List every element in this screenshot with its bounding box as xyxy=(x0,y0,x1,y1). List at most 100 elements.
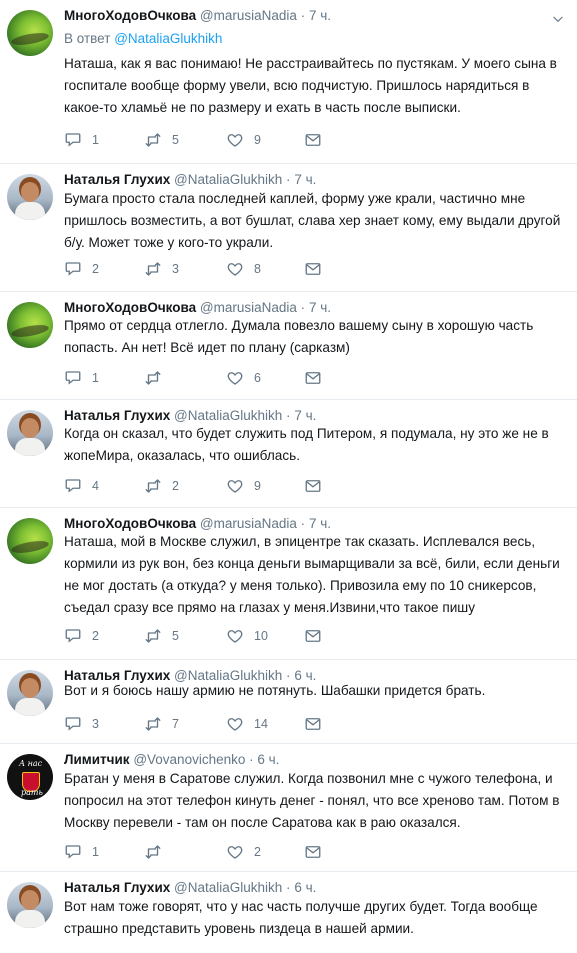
reply-icon xyxy=(64,627,82,645)
tweet[interactable]: МногоХодовОчкова @marusiaNadia · 7 ч. На… xyxy=(0,508,577,660)
tweet[interactable]: Наталья Глухих @NataliaGlukhikh · 6 ч. В… xyxy=(0,660,577,744)
reply-count: 4 xyxy=(92,479,99,493)
author-name[interactable]: МногоХодовОчкова xyxy=(64,300,196,315)
reply-button[interactable]: 4 xyxy=(64,476,99,496)
tweet-header: Лимитчик @Vovanovichenko · 6 ч. xyxy=(64,752,279,767)
tweet[interactable]: Наталья Глухих @NataliaGlukhikh · 7 ч. К… xyxy=(0,400,577,508)
tweet-time[interactable]: 7 ч. xyxy=(309,300,331,315)
reply-count: 1 xyxy=(92,845,99,859)
like-button[interactable]: 10 xyxy=(226,626,268,646)
reply-icon xyxy=(64,715,82,733)
like-button[interactable]: 2 xyxy=(226,842,261,862)
reply-button[interactable]: 2 xyxy=(64,626,99,646)
retweet-button[interactable]: 3 xyxy=(144,259,179,279)
author-name[interactable]: МногоХодовОчкова xyxy=(64,8,196,23)
author-handle[interactable]: @marusiaNadia xyxy=(200,8,297,23)
retweet-button[interactable]: 2 xyxy=(144,476,179,496)
like-count: 9 xyxy=(254,479,261,493)
dm-button[interactable] xyxy=(304,368,332,388)
avatar[interactable]: А нас рать xyxy=(7,754,53,800)
heart-icon xyxy=(226,260,244,278)
author-name[interactable]: МногоХодовОчкова xyxy=(64,516,196,531)
tweet-header: Наталья Глухих @NataliaGlukhikh · 6 ч. xyxy=(64,880,316,895)
tweet-time[interactable]: 7 ч. xyxy=(294,172,316,187)
dm-button[interactable] xyxy=(304,259,332,279)
separator-dot: · xyxy=(286,408,291,423)
retweet-icon xyxy=(144,131,162,149)
author-handle[interactable]: @marusiaNadia xyxy=(200,300,297,315)
reply-button[interactable]: 1 xyxy=(64,842,99,862)
tweet-actions: 4 2 9 xyxy=(64,476,364,496)
dm-button[interactable] xyxy=(304,476,332,496)
tweet-text: Вот и я боюсь нашу армию не потянуть. Ша… xyxy=(64,683,486,698)
dm-button[interactable] xyxy=(304,626,332,646)
tweet-text: Вот нам тоже говорят, что у нас часть по… xyxy=(64,899,538,936)
reply-to-link[interactable]: @NataliaGlukhikh xyxy=(114,31,222,46)
avatar[interactable] xyxy=(7,670,53,716)
like-button[interactable]: 9 xyxy=(226,130,261,150)
tweet-actions: 1 5 9 xyxy=(64,130,364,150)
tweet-time[interactable]: 7 ч. xyxy=(294,408,316,423)
author-handle[interactable]: @marusiaNadia xyxy=(200,516,297,531)
avatar[interactable] xyxy=(7,882,53,928)
like-button[interactable]: 6 xyxy=(226,368,261,388)
tweet-actions: 2 3 8 xyxy=(64,259,364,279)
dm-button[interactable] xyxy=(304,842,332,862)
reply-button[interactable]: 2 xyxy=(64,259,99,279)
tweet-header: Наталья Глухих @NataliaGlukhikh · 7 ч. xyxy=(64,172,316,187)
reply-icon xyxy=(64,131,82,149)
retweet-button[interactable]: 5 xyxy=(144,626,179,646)
avatar[interactable] xyxy=(7,518,53,564)
separator-dot: · xyxy=(300,8,306,23)
tweet-time[interactable]: 6 ч. xyxy=(257,752,279,767)
like-button[interactable]: 14 xyxy=(226,714,268,734)
reply-button[interactable]: 1 xyxy=(64,368,99,388)
retweet-count: 5 xyxy=(172,133,179,147)
reply-icon xyxy=(64,477,82,495)
avatar[interactable] xyxy=(7,302,53,348)
author-name[interactable]: Наталья Глухих xyxy=(64,172,170,187)
author-handle[interactable]: @NataliaGlukhikh xyxy=(174,880,282,895)
tweet[interactable]: МногоХодовОчкова @marusiaNadia · 7 ч. Пр… xyxy=(0,292,577,400)
retweet-icon xyxy=(144,627,162,645)
retweet-button[interactable]: 7 xyxy=(144,714,179,734)
tweet[interactable]: Наталья Глухих @NataliaGlukhikh · 6 ч. В… xyxy=(0,872,577,953)
chevron-down-icon[interactable] xyxy=(551,12,565,26)
retweet-button[interactable] xyxy=(144,368,172,388)
envelope-icon xyxy=(304,369,322,387)
reply-button[interactable]: 1 xyxy=(64,130,99,150)
author-name[interactable]: Наталья Глухих xyxy=(64,408,170,423)
avatar[interactable] xyxy=(7,174,53,220)
tweet-text: Наташа, как я вас понимаю! Не расстраива… xyxy=(64,56,557,115)
retweet-button[interactable]: 5 xyxy=(144,130,179,150)
author-handle[interactable]: @NataliaGlukhikh xyxy=(174,172,282,187)
author-name[interactable]: Наталья Глухих xyxy=(64,880,170,895)
retweet-button[interactable] xyxy=(144,842,172,862)
tweet-time[interactable]: 7 ч. xyxy=(309,8,331,23)
like-button[interactable]: 9 xyxy=(226,476,261,496)
tweet-text: Наташа, мой в Москве служил, в эпицентре… xyxy=(64,534,560,615)
like-count: 10 xyxy=(254,629,268,643)
like-button[interactable]: 8 xyxy=(226,259,261,279)
reply-icon xyxy=(64,369,82,387)
author-handle[interactable]: @NataliaGlukhikh xyxy=(174,408,282,423)
retweet-icon xyxy=(144,477,162,495)
dm-button[interactable] xyxy=(304,130,332,150)
avatar-text-top: А нас xyxy=(19,759,43,768)
dm-button[interactable] xyxy=(304,714,332,734)
author-name[interactable]: Лимитчик xyxy=(64,752,130,767)
author-handle[interactable]: @Vovanovichenko xyxy=(133,752,245,767)
avatar[interactable] xyxy=(7,10,53,56)
tweet-actions: 2 5 10 xyxy=(64,626,364,646)
tweet-time[interactable]: 7 ч. xyxy=(309,516,331,531)
tweet[interactable]: Наталья Глухих @NataliaGlukhikh · 7 ч. Б… xyxy=(0,164,577,292)
avatar[interactable] xyxy=(7,410,53,456)
tweet[interactable]: А нас рать Лимитчик @Vovanovichenko · 6 … xyxy=(0,744,577,872)
tweet-actions: 1 2 xyxy=(64,842,364,862)
reply-button[interactable]: 3 xyxy=(64,714,99,734)
tweet-time[interactable]: 6 ч. xyxy=(294,880,316,895)
reply-count: 1 xyxy=(92,371,99,385)
tweet[interactable]: МногоХодовОчкова @marusiaNadia · 7 ч. В … xyxy=(0,0,577,164)
heart-icon xyxy=(226,369,244,387)
heart-icon xyxy=(226,715,244,733)
